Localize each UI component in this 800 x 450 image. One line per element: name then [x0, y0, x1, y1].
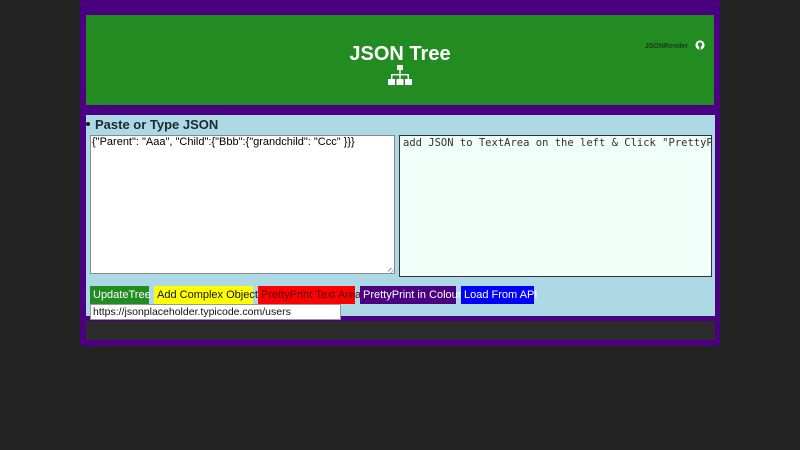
bullet-icon: [86, 122, 90, 126]
api-url-input[interactable]: [90, 304, 341, 320]
resize-grip-icon[interactable]: [388, 268, 394, 274]
header: JSON Tree JSONRender: [86, 15, 714, 105]
github-icon[interactable]: [695, 40, 705, 50]
add-complex-object-button[interactable]: Add Complex Object: [154, 286, 258, 304]
pretty-print-colour-button[interactable]: PrettyPrint in Colour: [360, 286, 461, 304]
load-from-api-button[interactable]: Load From API: [461, 286, 537, 304]
json-render-link[interactable]: JSONRender: [645, 43, 688, 50]
json-input[interactable]: {"Parent": "Aaa", "Child":{"Bbb":{"grand…: [90, 135, 395, 274]
pretty-print-text-area-button[interactable]: PrettyPrint Text Area: [258, 286, 361, 304]
page-title: JSON Tree: [349, 43, 451, 65]
json-panel: Paste or Type JSON {"Parent": "Aaa", "Ch…: [86, 115, 715, 320]
footer-strip: [86, 321, 715, 340]
section-title: Paste or Type JSON: [95, 117, 219, 132]
update-tree-button[interactable]: UpdateTree: [90, 286, 151, 304]
json-output: add JSON to TextArea on the left & Click…: [399, 135, 712, 277]
sitemap-icon: [388, 65, 412, 85]
